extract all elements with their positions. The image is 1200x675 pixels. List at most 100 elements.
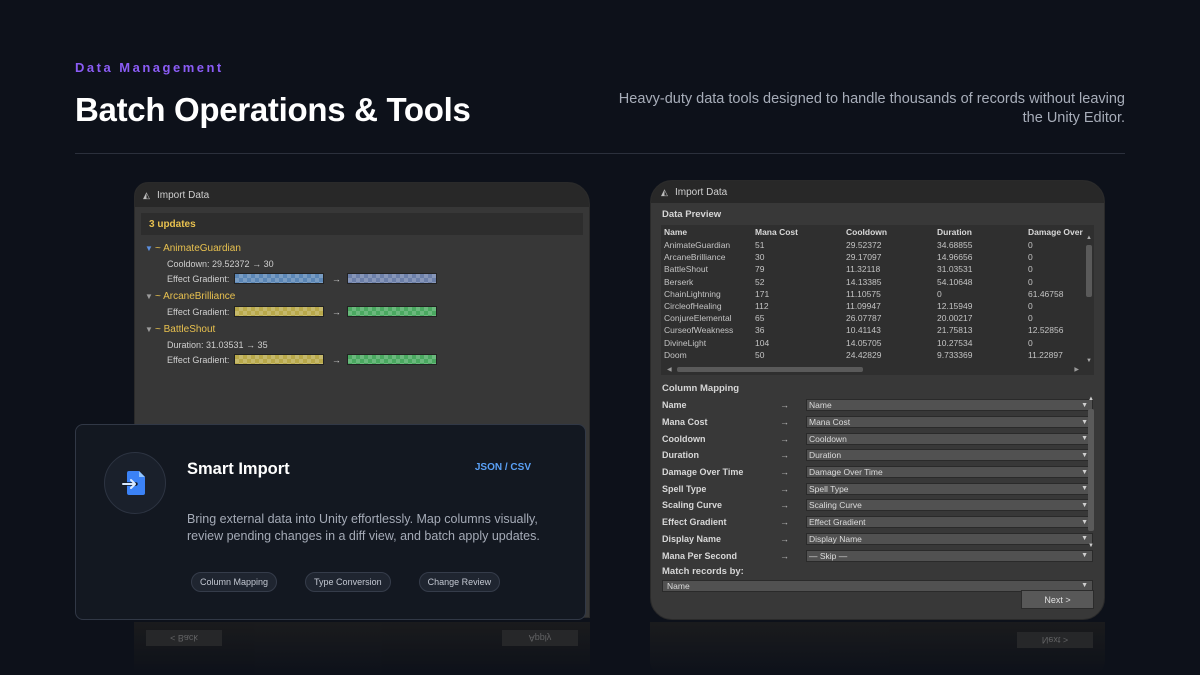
- table-cell: 0: [1028, 337, 1033, 348]
- scroll-thumb[interactable]: [677, 367, 863, 372]
- expand-arrow-icon[interactable]: ▼: [145, 292, 155, 301]
- scroll-up-icon[interactable]: ▲: [1086, 235, 1092, 241]
- table-cell: ChainLightning: [664, 288, 721, 299]
- target-field-select[interactable]: Cooldown ▼: [806, 432, 1093, 445]
- table-row[interactable]: Doom 50 24.42829 9.733369 11.22897: [661, 349, 1089, 361]
- arrow-right-icon: →: [780, 433, 789, 444]
- gradient-label: Effect Gradient:: [167, 306, 230, 317]
- table-cell: 61.46758: [1028, 288, 1064, 299]
- gradient-label: Effect Gradient:: [167, 273, 230, 284]
- mapping-row: Duration → Duration ▼: [662, 447, 1104, 464]
- arrow: →: [331, 306, 341, 317]
- target-field-select[interactable]: Scaling Curve ▼: [806, 499, 1093, 512]
- table-cell: 24.42829: [846, 349, 882, 360]
- mapping-scrollbar[interactable]: ▲ ▼: [1088, 396, 1095, 549]
- card-title: Smart Import: [187, 460, 290, 478]
- table-cell: 14.05705: [846, 337, 882, 348]
- table-cell: 50: [755, 349, 765, 360]
- page-subtitle: Heavy-duty data tools designed to handle…: [618, 91, 1125, 126]
- target-field-value: Effect Gradient: [809, 517, 866, 528]
- mapping-row: Damage Over Time → Damage Over Time ▼: [662, 464, 1104, 481]
- table-row[interactable]: ChainLightning 171 11.10575 0 61.46758: [661, 288, 1089, 300]
- table-cell: 11.09947: [846, 301, 881, 312]
- target-field-select[interactable]: Spell Type ▼: [806, 482, 1093, 495]
- data-preview-table[interactable]: Name Mana Cost Cooldown Duration Damage Over…: [661, 225, 1094, 375]
- scroll-thumb[interactable]: [1088, 409, 1094, 531]
- table-row[interactable]: CurseofWeakness 36 10.41143 21.75813 12.5285…: [661, 324, 1089, 336]
- window-tab-title: Import Data: [157, 189, 210, 201]
- target-field-select[interactable]: — Skip — ▼: [806, 549, 1093, 562]
- window-reflection: < Back Apply: [134, 622, 590, 675]
- table-cell: 29.17097: [846, 252, 882, 263]
- target-field-value: Spell Type: [809, 483, 849, 494]
- gradient-old: [234, 306, 325, 317]
- table-cell: 51: [755, 240, 765, 251]
- table-cell: ConjureElemental: [664, 313, 732, 324]
- chevron-down-icon: ▼: [1081, 435, 1088, 443]
- source-column-name: Name: [662, 400, 687, 411]
- arrow-right-icon: →: [780, 417, 789, 428]
- chevron-down-icon: ▼: [1081, 535, 1088, 543]
- scroll-left-icon[interactable]: ◀: [667, 366, 672, 373]
- target-field-select[interactable]: Damage Over Time ▼: [806, 466, 1093, 479]
- target-field-select[interactable]: Display Name ▼: [806, 532, 1093, 545]
- diff-gradient-row: Effect Gradient: →: [145, 271, 589, 286]
- window-tab[interactable]: ◭ Import Data: [651, 181, 1104, 203]
- gradient-new: [347, 306, 438, 317]
- diff-item-header[interactable]: ▼ ~ AnimateGuardian: [145, 241, 589, 256]
- card-description: Bring external data into Unity effortles…: [187, 512, 540, 543]
- target-field-select[interactable]: Mana Cost ▼: [806, 416, 1093, 429]
- table-row[interactable]: AnimateGuardian 51 29.52372 34.68855 0: [661, 239, 1089, 251]
- gradient-label: Effect Gradient:: [167, 354, 230, 365]
- table-cell: Doom: [664, 349, 687, 360]
- window-reflection: Next >: [650, 622, 1105, 675]
- diff-change: Cooldown: 29.52372 → 30: [167, 258, 274, 269]
- diff-item-name: ~ ArcaneBrilliance: [155, 291, 236, 302]
- target-field-select[interactable]: Name ▼: [806, 399, 1093, 412]
- diff-item-name: ~ AnimateGuardian: [155, 243, 241, 254]
- gradient-old: [234, 354, 325, 365]
- back-button-reflection: < Back: [146, 630, 222, 646]
- table-cell: Berserk: [664, 276, 694, 287]
- arrow-right-icon: →: [780, 533, 789, 544]
- table-row[interactable]: ArcaneBrilliance 30 29.17097 14.96656 0: [661, 251, 1089, 263]
- scroll-right-icon[interactable]: ▶: [1074, 366, 1079, 373]
- gradient-new: [347, 273, 438, 284]
- diff-item-name: ~ BattleShout: [155, 324, 216, 335]
- vertical-scrollbar[interactable]: ▲ ▼: [1086, 235, 1092, 364]
- chevron-down-icon: ▼: [1081, 451, 1088, 459]
- divider: [75, 153, 1125, 154]
- source-column-name: Spell Type: [662, 483, 707, 494]
- scroll-up-icon[interactable]: ▲: [1088, 396, 1094, 402]
- target-field-value: Damage Over Time: [809, 467, 883, 478]
- diff-item-header[interactable]: ▼ ~ BattleShout: [145, 322, 589, 337]
- table-row[interactable]: ConjureElemental 65 26.07787 20.00217 0: [661, 312, 1089, 324]
- scroll-down-icon[interactable]: ▼: [1088, 543, 1094, 549]
- source-column-name: Mana Per Second: [662, 550, 738, 561]
- feature-chips: Column Mapping Type Conversion Change Re…: [191, 572, 501, 592]
- arrow-right-icon: →: [780, 517, 789, 528]
- source-column-name: Scaling Curve: [662, 500, 723, 511]
- table-row[interactable]: DivineLight 104 14.05705 10.27534 0: [661, 337, 1089, 349]
- diff-list: ▼ ~ AnimateGuardian Cooldown: 29.52372 →…: [135, 235, 589, 367]
- target-field-select[interactable]: Duration ▼: [806, 449, 1093, 462]
- table-cell: 0: [937, 288, 942, 299]
- table-row[interactable]: Berserk 52 14.13385 54.10648 0: [661, 276, 1089, 288]
- expand-arrow-icon[interactable]: ▼: [145, 244, 155, 253]
- table-row[interactable]: BattleShout 79 11.32118 31.03531 0: [661, 263, 1089, 275]
- arrow: →: [331, 354, 341, 365]
- expand-arrow-icon[interactable]: ▼: [145, 325, 155, 334]
- diff-item-header[interactable]: ▼ ~ ArcaneBrilliance: [145, 289, 589, 304]
- target-field-value: Name: [809, 400, 832, 411]
- table-row[interactable]: CircleofHealing 112 11.09947 12.15949 0: [661, 300, 1089, 312]
- target-field-select[interactable]: Effect Gradient ▼: [806, 516, 1093, 529]
- target-field-value: Duration: [809, 450, 842, 461]
- next-button[interactable]: Next >: [1021, 590, 1094, 609]
- table-cell: 65: [755, 313, 765, 324]
- scroll-thumb[interactable]: [1086, 245, 1092, 297]
- chip-type-conversion: Type Conversion: [305, 572, 391, 592]
- scroll-down-icon[interactable]: ▼: [1086, 358, 1092, 364]
- mapping-row: Name → Name ▼: [662, 397, 1104, 414]
- horizontal-scrollbar[interactable]: ◀ ▶: [667, 366, 1079, 373]
- window-tab[interactable]: ◭ Import Data: [135, 183, 589, 207]
